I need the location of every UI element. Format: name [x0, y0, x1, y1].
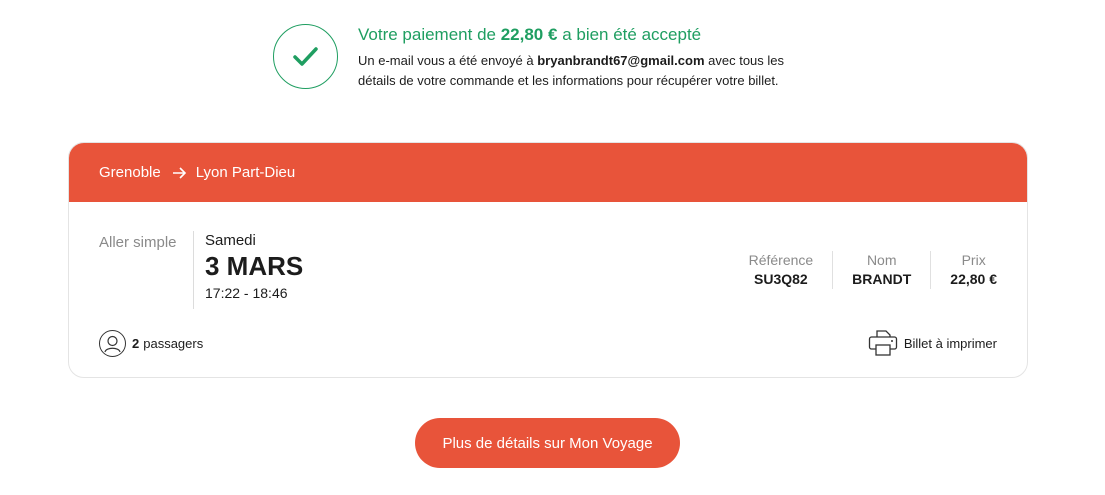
price-info: Prix 22,80 €: [930, 251, 997, 289]
trip-times: 17:22 - 18:46: [205, 285, 288, 301]
passengers-count: 2: [132, 336, 140, 351]
price-value: 22,80 €: [950, 271, 997, 287]
desc-prefix: Un e-mail vous a été envoyé à: [358, 53, 534, 68]
trip-date: 3 MARS: [205, 251, 304, 281]
payment-amount: 22,80 €: [500, 25, 558, 44]
name-label: Nom: [866, 252, 897, 268]
title-prefix: Votre paiement de: [358, 25, 496, 44]
reference-label: Référence: [748, 252, 814, 268]
name-info: Nom BRANDT: [832, 251, 930, 289]
origin-station: Grenoble: [99, 164, 161, 181]
printer-icon: [868, 330, 897, 356]
trip-route-header: Grenoble Lyon Part-Dieu: [69, 143, 1027, 202]
desc-suffix: avec tous les: [708, 53, 785, 68]
confirmation-text: Votre paiement de 22,80 € a bien été acc…: [358, 24, 878, 91]
print-label: Billet à imprimer: [903, 335, 997, 351]
name-value: BRANDT: [852, 271, 912, 287]
payment-confirmation: Votre paiement de 22,80 € a bien été acc…: [273, 24, 873, 94]
passengers: 2 passagers: [99, 330, 203, 357]
date-block: Samedi 3 MARS 17:22 - 18:46: [193, 231, 303, 309]
desc-line2: détails de votre commande et les informa…: [358, 73, 779, 88]
destination-station: Lyon Part-Dieu: [195, 164, 296, 181]
print-ticket[interactable]: Billet à imprimer: [868, 329, 997, 357]
reference-value: SU3Q82: [754, 271, 808, 287]
booking-info: Référence SU3Q82 Nom BRANDT Prix 22,80 €: [749, 251, 997, 289]
price-label: Prix: [961, 252, 986, 268]
title-suffix: a bien été accepté: [562, 25, 702, 44]
more-details-button[interactable]: Plus de détails sur Mon Voyage: [415, 418, 680, 468]
user-icon: [99, 330, 126, 357]
email-address: bryanbrandt67@gmail.com: [537, 53, 705, 68]
confirmation-title: Votre paiement de 22,80 € a bien été acc…: [358, 24, 878, 46]
trip-day: Samedi: [205, 232, 256, 249]
passengers-label: passagers: [143, 336, 204, 351]
trip-type: Aller simple: [99, 234, 177, 251]
confirmation-description: Un e-mail vous a été envoyé à bryanbrand…: [358, 51, 878, 91]
trip-card: Grenoble Lyon Part-Dieu Aller simple Sam…: [68, 142, 1028, 378]
check-icon: [273, 24, 338, 89]
reference-info: Référence SU3Q82: [749, 251, 833, 289]
arrow-right-icon: [172, 166, 187, 179]
